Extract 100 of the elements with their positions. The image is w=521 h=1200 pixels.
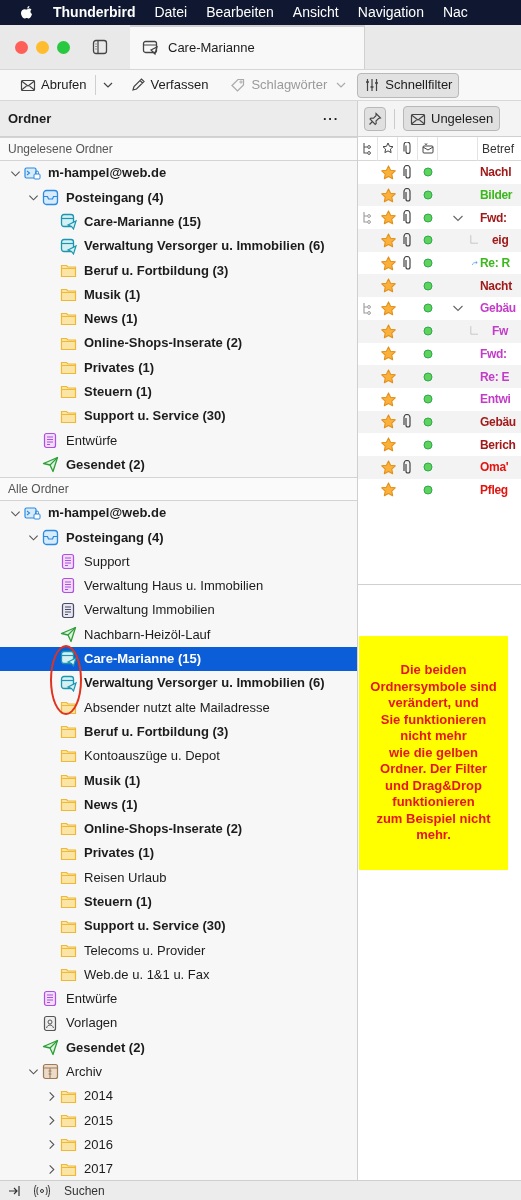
toolbar-button[interactable]: Verfassen <box>123 72 215 98</box>
document-icon <box>60 577 77 595</box>
section-header: Ungelesene Ordner <box>0 137 357 161</box>
star-icon <box>381 142 394 155</box>
read-status-icon <box>421 142 434 155</box>
folder-row[interactable]: Gesendet (2) <box>0 452 357 477</box>
folder-row[interactable]: Online-Shops-Inserate (2) <box>0 331 357 356</box>
folder-row[interactable]: Nachbarn-Heizöl-Lauf <box>0 622 357 647</box>
envelope-icon <box>20 77 36 93</box>
folder-row[interactable]: 2017 <box>0 1156 357 1181</box>
folder-row[interactable]: Privates (1) <box>0 841 357 866</box>
folder-row[interactable]: Musik (1) <box>0 282 357 307</box>
folder-row[interactable]: Beruf u. Fortbildung (3) <box>0 258 357 283</box>
pin-button[interactable] <box>364 106 386 131</box>
folder-row[interactable]: News (1) <box>0 792 357 817</box>
more-button[interactable]: ··· <box>323 108 339 129</box>
folder-row[interactable]: 2016 <box>0 1132 357 1157</box>
folder-row[interactable]: m-hampel@web.de <box>0 500 357 526</box>
message-row[interactable]: Nacht <box>358 274 521 298</box>
folder-row[interactable]: Verwaltung Versorger u. Immobilien (6) <box>0 670 357 696</box>
folder-row[interactable]: Online-Shops-Inserate (2) <box>0 816 357 841</box>
message-subject[interactable]: Re: E <box>478 367 510 386</box>
folder-row[interactable]: Absender nutzt alte Mailadresse <box>0 695 357 720</box>
folder-row[interactable]: Archiv <box>0 1059 357 1084</box>
message-subject[interactable]: Pfleg <box>478 480 508 499</box>
folder-row[interactable]: Steuern (1) <box>0 889 357 914</box>
message-row[interactable]: Re: E <box>358 365 521 388</box>
folder-row[interactable]: Verwaltung Haus u. Immobilien <box>0 573 357 599</box>
folder-row[interactable]: Verwaltung Versorger u. Immobilien (6) <box>0 233 357 259</box>
folder-row[interactable]: Kontoauszüge u. Depot <box>0 743 357 769</box>
folder-mail-icon <box>142 39 160 57</box>
folder-icon <box>60 820 77 838</box>
folder-row[interactable]: m-hampel@web.de <box>0 161 357 186</box>
zoom-button[interactable] <box>57 40 70 54</box>
paperclip-icon <box>401 142 414 155</box>
message-subject[interactable]: Oma' <box>478 458 509 477</box>
status-dot-icon <box>423 190 433 201</box>
message-subject[interactable]: Fwd: <box>478 208 507 227</box>
status-dot-icon <box>423 235 433 246</box>
close-button[interactable] <box>15 40 28 54</box>
folder-row[interactable]: Beruf u. Fortbildung (3) <box>0 719 357 744</box>
menu-item[interactable]: Navigation <box>357 2 424 23</box>
message-subject[interactable]: eig <box>478 231 509 250</box>
message-row[interactable]: Gebäu <box>358 410 521 434</box>
folder-row[interactable]: Gesendet (2) <box>0 1035 357 1060</box>
folder-row[interactable]: Care-Marianne (15) <box>0 646 357 671</box>
folder-row[interactable]: Entwürfe <box>0 428 357 453</box>
folder-row[interactable]: Support <box>0 549 357 574</box>
folder-row[interactable]: Support u. Service (30) <box>0 403 357 429</box>
folder-row[interactable]: Web.de u. 1&1 u. Fax <box>0 962 357 987</box>
folder-row[interactable]: Posteingang (4) <box>0 185 357 210</box>
folder-row[interactable]: Privates (1) <box>0 355 357 380</box>
sidebar-icon <box>92 39 108 55</box>
message-subject[interactable]: Nacht <box>478 276 512 295</box>
folder-row[interactable]: Verwaltung Immobilien <box>0 598 357 623</box>
mail-folder-icon <box>60 650 77 668</box>
message-subject[interactable]: Gebäu <box>478 412 516 431</box>
menu-item[interactable]: Datei <box>154 2 188 23</box>
message-subject[interactable]: Nachl <box>478 163 512 182</box>
folder-row[interactable]: Telecoms u. Provider <box>0 938 357 963</box>
document-icon <box>60 553 77 571</box>
folder-row[interactable]: Vorlagen <box>0 1011 357 1036</box>
thread-icon <box>362 301 374 315</box>
folder-icon <box>60 966 77 984</box>
collapse-icon <box>8 1184 20 1197</box>
folder-row[interactable]: Reisen Urlaub <box>0 865 357 890</box>
message-row[interactable]: eig <box>358 229 521 252</box>
message-subject[interactable]: Fwd: <box>478 344 507 363</box>
paper-plane-icon <box>42 1039 59 1057</box>
message-subject[interactable]: Fw <box>478 322 509 341</box>
message-subject[interactable]: Entwi <box>478 390 511 409</box>
menu-item[interactable]: Bearbeiten <box>206 2 274 23</box>
folder-row[interactable]: Care-Marianne (15) <box>0 209 357 234</box>
folder-row[interactable]: 2014 <box>0 1084 357 1109</box>
menu-item[interactable]: Ansicht <box>292 2 339 23</box>
folder-row[interactable]: Musik (1) <box>0 768 357 793</box>
document-icon <box>42 990 59 1008</box>
message-row[interactable]: Oma' <box>358 455 521 479</box>
column-header[interactable]: Betref <box>478 139 514 158</box>
message-subject[interactable]: Gebäu <box>478 299 516 318</box>
message-subject[interactable]: Berich <box>478 435 516 454</box>
app-menu[interactable]: Thunderbird <box>53 2 136 23</box>
search-label[interactable]: Suchen <box>64 1181 105 1200</box>
folder-row[interactable]: Support u. Service (30) <box>0 913 357 939</box>
folder-row[interactable]: Entwürfe <box>0 986 357 1012</box>
folder-row[interactable]: News (1) <box>0 306 357 332</box>
mail-folder-icon <box>60 213 77 231</box>
inbox-icon <box>42 188 59 206</box>
paper-plane-icon <box>42 456 59 474</box>
menu-item[interactable]: Nac <box>442 2 468 23</box>
tab[interactable]: Care-Marianne <box>130 25 365 69</box>
unread-filter-button[interactable]: Ungelesen <box>403 106 501 131</box>
folder-row[interactable]: 2015 <box>0 1108 357 1133</box>
folder-row[interactable]: Steuern (1) <box>0 379 357 404</box>
toolbar-button[interactable]: Abrufen <box>14 72 93 98</box>
folder-row[interactable]: Posteingang (4) <box>0 525 357 550</box>
toolbar-button[interactable]: Schnellfilter <box>357 72 460 98</box>
minimize-button[interactable] <box>36 40 49 54</box>
thread-line-icon <box>470 325 478 338</box>
message-row[interactable]: Fw <box>358 319 521 343</box>
